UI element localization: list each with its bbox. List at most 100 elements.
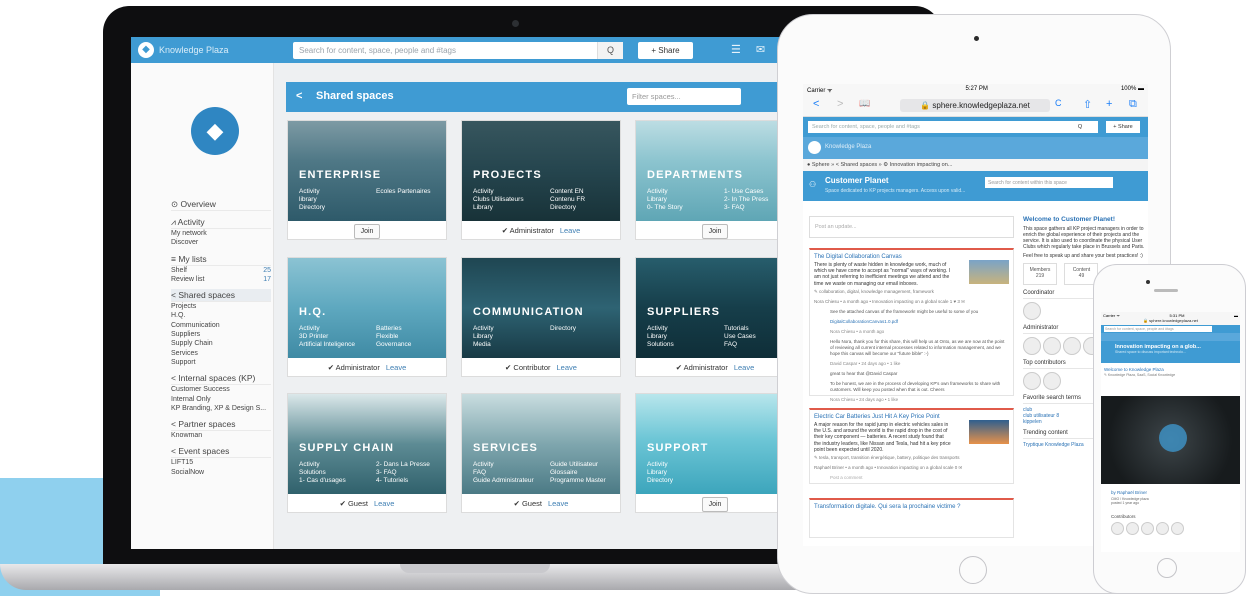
share-button[interactable]: + Share: [638, 42, 693, 59]
phone-search-input[interactable]: Search for content, space, people and #t…: [1104, 326, 1212, 332]
share-sheet-icon[interactable]: ⇧: [1083, 98, 1092, 111]
bookmarks-icon[interactable]: 📖: [859, 98, 870, 109]
space-link[interactable]: Activity: [647, 188, 668, 196]
space-link[interactable]: Flexible: [376, 333, 398, 341]
filter-spaces-input[interactable]: Filter spaces...: [627, 88, 741, 105]
sidebar-item-kp-branding[interactable]: KP Branding, XP & Design S...: [171, 404, 271, 413]
tablet-search-button[interactable]: Q: [1071, 121, 1089, 133]
space-card[interactable]: H.Q. Activity 3D Printer Artificial Intelig…: [287, 257, 447, 377]
space-link[interactable]: Activity: [299, 188, 320, 196]
feed-item-thumbnail[interactable]: [969, 260, 1009, 284]
reload-icon[interactable]: C: [1055, 98, 1062, 108]
space-card[interactable]: SUPPLIERS Activity Library Solutions Tutoria…: [635, 257, 795, 377]
space-link[interactable]: Artificial Inteligence: [299, 341, 355, 349]
space-link[interactable]: Media: [473, 341, 491, 349]
attachment-link[interactable]: DigitalCollaborationCanvas1.0.pdf: [810, 317, 1013, 327]
space-link[interactable]: Guide Utilisateur: [550, 461, 598, 469]
space-link[interactable]: Library: [473, 333, 493, 341]
sidebar-item-communication[interactable]: Communication: [171, 321, 271, 330]
avatar[interactable]: [1111, 522, 1124, 535]
space-link[interactable]: Solutions: [299, 469, 326, 477]
space-search-input[interactable]: Search for content within this space: [985, 177, 1113, 188]
play-icon[interactable]: [1159, 424, 1187, 452]
space-link[interactable]: Guide Administrateur: [473, 477, 534, 485]
space-link[interactable]: Library: [647, 469, 667, 477]
space-link[interactable]: Use Cases: [724, 333, 756, 341]
sidebar-shared-spaces[interactable]: < Shared spaces: [171, 289, 271, 303]
leave-link[interactable]: Leave: [560, 226, 580, 235]
space-card[interactable]: PROJECTS Activity Clubs Utilisateurs Librar…: [461, 120, 621, 240]
sidebar-item-projects[interactable]: Projects: [171, 302, 271, 311]
sidebar-item-internal-only[interactable]: Internal Only: [171, 395, 271, 404]
space-link[interactable]: Activity: [299, 461, 320, 469]
sidebar-item-support[interactable]: Support: [171, 358, 271, 367]
avatar[interactable]: [1043, 337, 1061, 355]
space-link[interactable]: 0- The Story: [647, 204, 683, 212]
space-link[interactable]: 4- Tutoriels: [376, 477, 408, 485]
tabs-icon[interactable]: ⧉: [1129, 98, 1137, 111]
sidebar-overview[interactable]: ⊙ Overview: [171, 198, 271, 211]
phone-url-bar[interactable]: 🔒 sphere.knowledgeplaza.net: [1101, 318, 1240, 325]
post-update-input[interactable]: Post an update...: [809, 216, 1014, 238]
back-icon[interactable]: <: [813, 98, 819, 110]
sidebar-item-customer-success[interactable]: Customer Success: [171, 385, 271, 394]
sidebar-item-knowman[interactable]: Knowman: [171, 431, 271, 440]
breadcrumb[interactable]: ● Sphere » < Shared spaces » ⚙ Innovatio…: [803, 159, 1148, 171]
space-link[interactable]: Directory: [550, 325, 576, 333]
search-button[interactable]: Q: [597, 42, 623, 59]
space-link[interactable]: Library: [647, 196, 667, 204]
avatar[interactable]: [1023, 302, 1041, 320]
avatar[interactable]: [1141, 522, 1154, 535]
tablet-logo-icon[interactable]: [808, 141, 821, 154]
new-tab-icon[interactable]: +: [1106, 98, 1112, 110]
avatar[interactable]: [1126, 522, 1139, 535]
feed-item-title[interactable]: Transformation digitale. Qui sera la pro…: [810, 500, 1013, 512]
post-comment-input[interactable]: Post a comment: [810, 473, 1013, 483]
avatar[interactable]: [1023, 337, 1041, 355]
space-link[interactable]: 1- Cas d'usages: [299, 477, 346, 485]
tablet-share-button[interactable]: + Share: [1106, 121, 1140, 133]
space-link[interactable]: 3- FAQ: [376, 469, 397, 477]
sidebar-item-my-network[interactable]: My network: [171, 229, 271, 238]
space-link[interactable]: Activity: [647, 461, 668, 469]
space-link[interactable]: Batteries: [376, 325, 402, 333]
space-card[interactable]: SUPPLY CHAIN Activity Solutions 1- Cas d'us…: [287, 393, 447, 513]
sidebar-item-discover[interactable]: Discover: [171, 238, 271, 247]
sidebar-partner-spaces[interactable]: < Partner spaces: [171, 418, 271, 432]
space-link[interactable]: Activity: [473, 461, 494, 469]
space-link[interactable]: Glossaire: [550, 469, 577, 477]
join-button[interactable]: Join: [701, 497, 729, 512]
space-link[interactable]: 2- In The Press: [724, 196, 768, 204]
avatar[interactable]: [1156, 522, 1169, 535]
space-link[interactable]: Contenu FR: [550, 196, 585, 204]
avatar[interactable]: [1063, 337, 1081, 355]
space-link[interactable]: Directory: [550, 204, 576, 212]
tablet-search-input[interactable]: Search for content, space, people and #t…: [808, 121, 1098, 133]
space-link[interactable]: Governance: [376, 341, 411, 349]
space-link[interactable]: FAQ: [724, 341, 737, 349]
space-link[interactable]: Library: [647, 333, 667, 341]
sidebar-event-spaces[interactable]: < Event spaces: [171, 445, 271, 459]
space-link[interactable]: Library: [473, 204, 493, 212]
forward-icon[interactable]: >: [837, 98, 843, 110]
leave-link[interactable]: Leave: [374, 499, 394, 508]
sidebar-item-hq[interactable]: H.Q.: [171, 311, 271, 320]
space-link[interactable]: Tutorials: [724, 325, 749, 333]
space-link[interactable]: library: [299, 196, 317, 204]
sidebar-item-review-list[interactable]: Review list 17: [171, 275, 271, 284]
space-link[interactable]: Content EN: [550, 188, 584, 196]
join-button[interactable]: Join: [701, 224, 729, 239]
space-link[interactable]: Programme Master: [550, 477, 606, 485]
leave-link[interactable]: Leave: [548, 499, 568, 508]
space-link[interactable]: Activity: [299, 325, 320, 333]
sidebar-item-shelf[interactable]: Shelf 25: [171, 266, 271, 275]
sidebar-item-supply-chain[interactable]: Supply Chain: [171, 339, 271, 348]
space-link[interactable]: 1- Use Cases: [724, 188, 763, 196]
leave-link[interactable]: Leave: [557, 363, 577, 372]
menu-and-mail-icon[interactable]: ☰ ✉: [731, 43, 771, 56]
avatar[interactable]: [1043, 372, 1061, 390]
avatar[interactable]: [1023, 372, 1041, 390]
space-link[interactable]: Solutions: [647, 341, 674, 349]
space-link[interactable]: FAQ: [473, 469, 486, 477]
sidebar-my-lists[interactable]: ≡ My lists: [171, 253, 271, 266]
